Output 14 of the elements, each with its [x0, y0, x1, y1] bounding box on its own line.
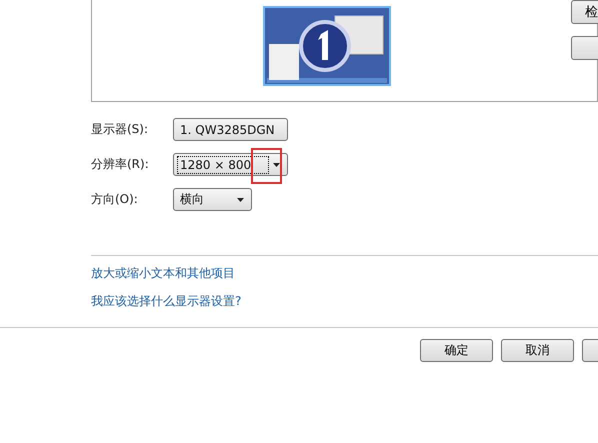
monitor-icon[interactable] — [263, 6, 391, 86]
field-label: 方向(O): — [91, 191, 139, 208]
help-link[interactable]: 放大或缩小文本和其他项目 — [91, 265, 235, 282]
side-button[interactable]: 检 — [571, 0, 598, 24]
dropdown[interactable]: 横向 — [173, 188, 252, 211]
field-label: 显示器(S): — [91, 121, 150, 138]
dialog-button[interactable]: 确定 — [420, 339, 493, 362]
help-link[interactable]: 我应该选择什么显示器设置? — [91, 293, 242, 310]
caret-icon — [273, 162, 280, 166]
caret-icon — [237, 198, 244, 202]
field-label: 分辨率(R): — [91, 156, 150, 173]
dropdown[interactable]: 1. QW3285DGN — [173, 118, 288, 141]
dropdown[interactable]: 1280 × 800 — [173, 153, 288, 176]
dialog-button[interactable]: 取消 — [501, 339, 574, 362]
